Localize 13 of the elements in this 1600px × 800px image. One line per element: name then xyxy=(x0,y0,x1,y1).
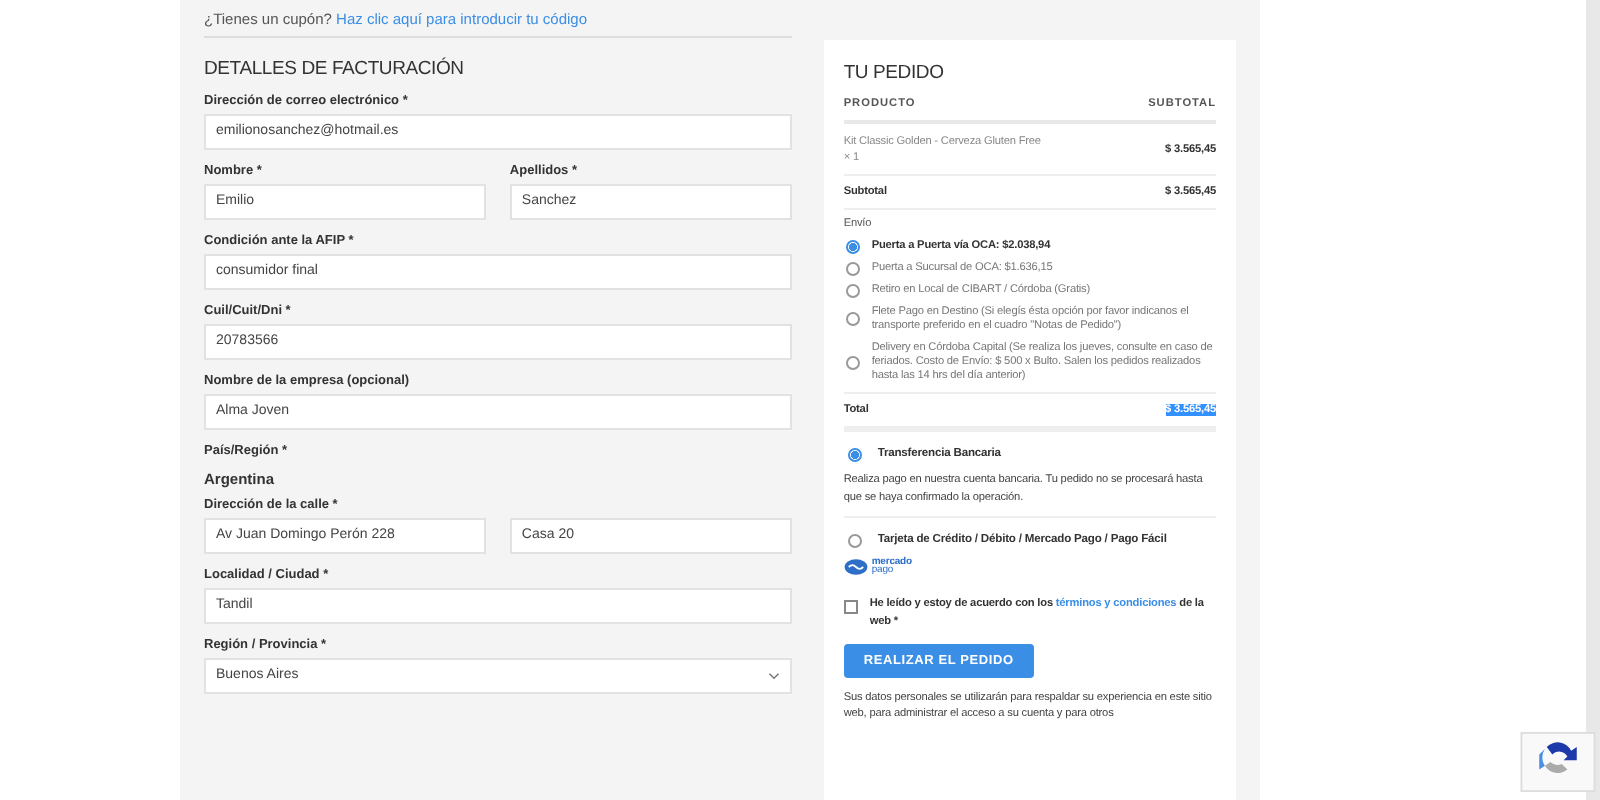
scrollbar[interactable] xyxy=(1586,0,1600,800)
radio-button[interactable] xyxy=(847,533,862,548)
chevron-down-icon xyxy=(767,672,780,680)
checkbox[interactable] xyxy=(843,599,858,614)
radio-button[interactable] xyxy=(845,355,860,370)
radio-button[interactable] xyxy=(845,312,860,327)
radio-button[interactable] xyxy=(845,262,860,276)
section-heading: DETALLES DE FACTURACIÓN xyxy=(204,58,466,80)
radio-button[interactable] xyxy=(847,447,862,462)
recaptcha-badge-icon xyxy=(1520,732,1596,792)
radio-button[interactable] xyxy=(845,284,860,298)
order-heading: TU PEDIDO xyxy=(843,62,946,84)
radio-button[interactable] xyxy=(845,240,860,254)
